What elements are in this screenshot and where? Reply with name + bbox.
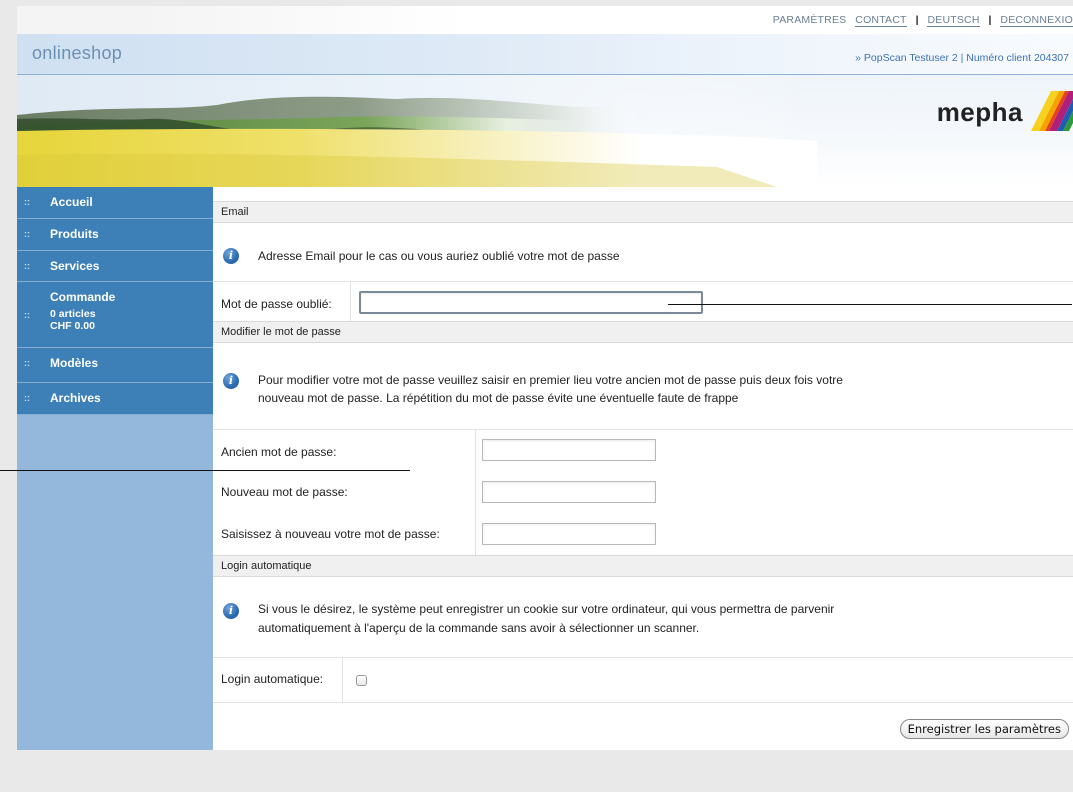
- section-header-autologin: Login automatique: [213, 555, 1073, 577]
- forgot-password-email-input[interactable]: [359, 291, 703, 314]
- section-title: Modifier le mot de passe: [221, 326, 341, 338]
- password-info-line1: Pour modifier votre mot de passe veuille…: [258, 373, 843, 387]
- repeat-password-input[interactable]: [482, 523, 656, 545]
- new-password-label: Nouveau mot de passe:: [221, 485, 348, 499]
- sidebar-item-label: Modèles: [50, 356, 99, 370]
- password-fields: Ancien mot de passe: Nouveau mot de pass…: [213, 429, 1073, 556]
- contact-link[interactable]: CONTACT: [855, 14, 907, 27]
- email-info-text: Adresse Email pour le cas ou vous auriez…: [258, 249, 620, 263]
- top-links-separator: |: [915, 14, 919, 26]
- sidebar-item-label: Produits: [50, 227, 99, 241]
- forgot-password-row: Mot de passe oublié:: [213, 281, 1073, 322]
- top-links-separator: |: [988, 14, 992, 26]
- repeat-password-label: Saisissez à nouveau votre mot de passe:: [221, 527, 440, 541]
- section-title: Email: [221, 206, 249, 218]
- info-icon: i: [223, 603, 239, 619]
- field-divider: [342, 658, 343, 702]
- cart-total: CHF 0.00: [50, 320, 95, 332]
- mepha-logo-mark-icon: [1031, 91, 1073, 131]
- nav-bullet-icon: ::: [24, 358, 30, 368]
- autologin-info-line1: Si vous le désirez, le système peut enre…: [258, 602, 835, 616]
- sidebar-item-commande-block: Commande 0 articles CHF 0.00: [50, 290, 115, 332]
- sidebar-item-label: Archives: [50, 391, 101, 405]
- field-divider: [350, 282, 351, 322]
- field-divider: [475, 430, 476, 556]
- top-links: PARAMÈTRES CONTACT | DEUTSCH | DECONNEXI…: [773, 14, 1073, 27]
- new-password-input[interactable]: [482, 481, 656, 503]
- sidebar-item-label: Services: [50, 259, 100, 273]
- sidebar-item-label: Commande: [50, 290, 116, 304]
- nav-bullet-icon: ::: [24, 310, 30, 320]
- section-header-password: Modifier le mot de passe: [213, 321, 1073, 343]
- autologin-label: Login automatique:: [221, 672, 324, 686]
- autologin-info: i Si vous le désirez, le système peut en…: [213, 577, 1073, 657]
- nav-bullet-icon: ::: [24, 393, 30, 403]
- landscape-illustration: [17, 75, 1073, 187]
- old-password-label: Ancien mot de passe:: [221, 445, 337, 459]
- shop-name: onlineshop: [32, 43, 123, 63]
- autologin-info-line2: automatiquement à l'aperçu de la command…: [258, 621, 700, 635]
- sidebar-item-modeles[interactable]: :: Modèles: [17, 348, 213, 383]
- info-icon: i: [223, 373, 239, 389]
- password-info-line2: nouveau mot de passe. La répétition du m…: [258, 391, 739, 405]
- sidebar-item-label: Accueil: [50, 195, 93, 209]
- callout-line-password: [0, 470, 410, 471]
- section-header-email: Email: [213, 201, 1073, 223]
- landscape-banner: mepha: [17, 75, 1073, 187]
- language-link[interactable]: DEUTSCH: [927, 14, 980, 27]
- forgot-password-label: Mot de passe oublié:: [221, 297, 332, 311]
- page: PARAMÈTRES CONTACT | DEUTSCH | DECONNEXI…: [17, 6, 1073, 750]
- sidebar: :: Accueil :: Produits :: Services :: Co…: [17, 187, 213, 750]
- sidebar-item-commande[interactable]: :: Commande 0 articles CHF 0.00: [17, 282, 213, 348]
- top-bar: PARAMÈTRES CONTACT | DEUTSCH | DECONNEXI…: [17, 6, 1073, 34]
- email-info: i Adresse Email pour le cas ou vous auri…: [213, 223, 1073, 279]
- autologin-row: Login automatique:: [213, 657, 1073, 703]
- settings-link[interactable]: PARAMÈTRES: [773, 14, 847, 26]
- settings-form: Email i Adresse Email pour le cas ou vou…: [213, 187, 1073, 750]
- logout-link[interactable]: DECONNEXIO: [1000, 14, 1073, 27]
- password-info: i Pour modifier votre mot de passe veuil…: [213, 343, 1073, 429]
- nav-bullet-icon: ::: [24, 261, 30, 271]
- sidebar-item-archives[interactable]: :: Archives: [17, 383, 213, 415]
- callout-line-email: [668, 304, 1072, 305]
- user-info-link[interactable]: » PopScan Testuser 2 | Numéro client 204…: [855, 52, 1069, 64]
- nav-bullet-icon: ::: [24, 229, 30, 239]
- info-icon: i: [223, 248, 239, 264]
- logo-text: mepha: [936, 96, 1023, 127]
- autologin-checkbox[interactable]: [356, 675, 367, 686]
- mepha-logo: mepha: [937, 91, 1073, 133]
- save-settings-button[interactable]: Enregistrer les paramètres: [899, 719, 1069, 739]
- old-password-input[interactable]: [482, 439, 656, 461]
- cart-article-count: 0 articles: [50, 308, 96, 320]
- shop-header: onlineshop » PopScan Testuser 2 | Numéro…: [17, 34, 1073, 75]
- sidebar-item-services[interactable]: :: Services: [17, 251, 213, 282]
- sidebar-item-accueil[interactable]: :: Accueil: [17, 187, 213, 219]
- sidebar-item-produits[interactable]: :: Produits: [17, 219, 213, 251]
- section-title: Login automatique: [221, 560, 312, 572]
- nav-bullet-icon: ::: [24, 197, 30, 207]
